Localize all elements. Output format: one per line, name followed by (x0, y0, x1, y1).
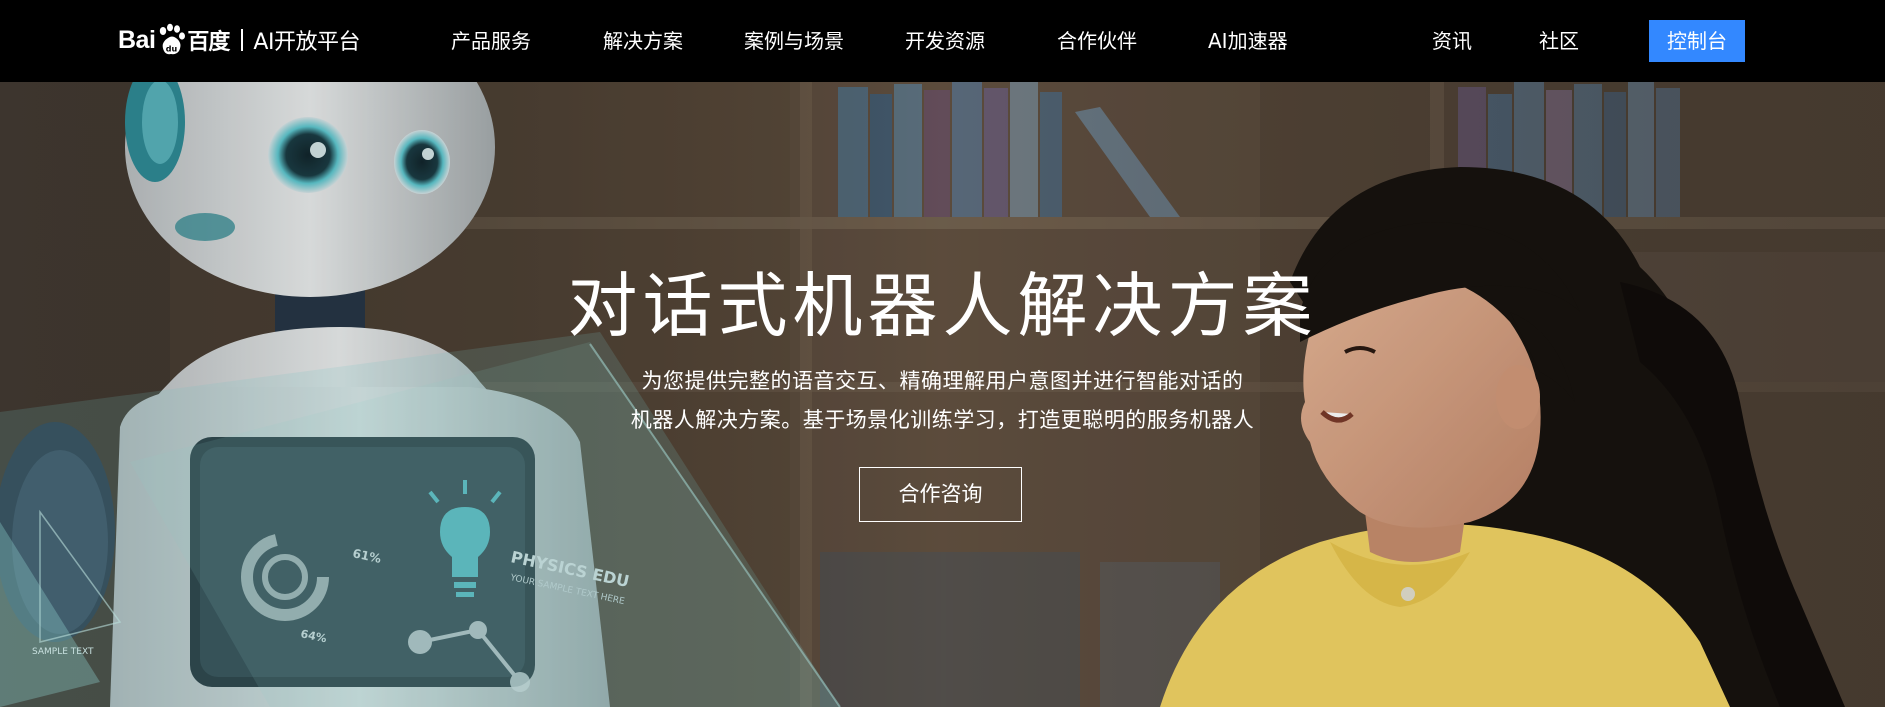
baidu-ai-logo[interactable]: Bai du 百度 AI开放平台 (118, 20, 360, 60)
logo-platform-text: AI开放平台 (253, 30, 360, 55)
hero-description-line-2: 机器人解决方案。基于场景化训练学习，打造更聪明的服务机器人 (630, 408, 1255, 432)
nav-partners[interactable]: 合作伙伴 (1057, 26, 1137, 56)
top-navigation-bar: Bai du 百度 AI开放平台 产品服务 解决方案 案例与场景 开发资源 合作… (0, 0, 1885, 82)
hero-description-line-1: 为您提供完整的语音交互、精确理解用户意图并进行智能对话的 (641, 369, 1244, 393)
nav-cases-scenarios[interactable]: 案例与场景 (744, 26, 844, 56)
logo-bai-text: Bai (118, 25, 156, 54)
console-button[interactable]: 控制台 (1649, 20, 1745, 62)
hero-title: 对话式机器人解决方案 (567, 265, 1318, 347)
hero-banner: 61% 64% PHYSICS EDU YOUR SAMPLE TEXT HER… (0, 82, 1885, 707)
consult-cooperation-button[interactable]: 合作咨询 (859, 467, 1022, 522)
baidu-paw-icon: du (160, 23, 186, 55)
nav-news[interactable]: 资讯 (1432, 26, 1472, 56)
logo-baidu-cn-text: 百度 (187, 30, 230, 55)
nav-developer-resources[interactable]: 开发资源 (905, 26, 985, 56)
logo-separator (241, 29, 244, 51)
svg-text:du: du (166, 45, 178, 54)
nav-ai-accelerator[interactable]: AI加速器 (1208, 26, 1288, 56)
nav-solutions[interactable]: 解决方案 (603, 26, 683, 56)
nav-community[interactable]: 社区 (1539, 26, 1579, 56)
nav-products[interactable]: 产品服务 (451, 26, 531, 56)
